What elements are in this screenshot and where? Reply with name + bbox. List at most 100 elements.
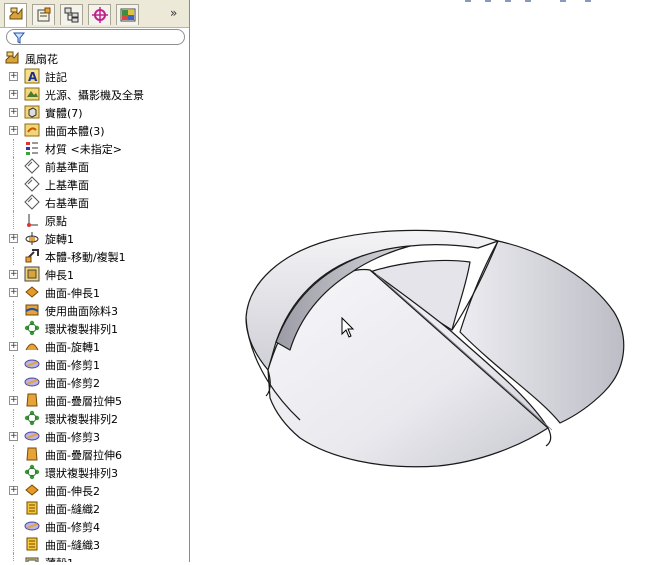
- tree-item[interactable]: + A 註記: [0, 67, 189, 85]
- tree-connector: [13, 373, 15, 391]
- tab-dimxpert[interactable]: [88, 4, 111, 25]
- expand-toggle[interactable]: +: [9, 108, 18, 117]
- tree-item[interactable]: + 曲面-修剪3: [0, 427, 189, 445]
- expand-toggle[interactable]: +: [9, 234, 18, 243]
- tree-item[interactable]: 材質 <未指定>: [0, 139, 189, 157]
- tab-feature-manager[interactable]: [4, 3, 27, 27]
- surface-bodies-icon: [24, 123, 40, 137]
- expand-toggle[interactable]: +: [9, 126, 18, 135]
- tree-item[interactable]: 環狀複製排列3: [0, 463, 189, 481]
- expand-toggle[interactable]: +: [9, 270, 18, 279]
- tree-connector: [13, 247, 15, 265]
- tree-item[interactable]: 曲面-縫織3: [0, 535, 189, 553]
- tree-item[interactable]: + 曲面-伸長2: [0, 481, 189, 499]
- tab-configuration-manager[interactable]: [60, 4, 83, 25]
- tab-property-manager[interactable]: [32, 4, 55, 25]
- tree-item[interactable]: 本體-移動/複製1: [0, 247, 189, 265]
- tree-item[interactable]: 曲面-疊層拉伸6: [0, 445, 189, 463]
- tree-item[interactable]: + 旋轉1: [0, 229, 189, 247]
- tree-item-label: 曲面-縫織3: [45, 539, 100, 552]
- tree-item[interactable]: + 曲面-疊層拉伸5: [0, 391, 189, 409]
- tree-item[interactable]: + 實體(7): [0, 103, 189, 121]
- tree-item[interactable]: 曲面-修剪4: [0, 517, 189, 535]
- surface-extrude-icon: [25, 286, 39, 298]
- tree-connector: [13, 445, 15, 463]
- expand-toggle[interactable]: +: [9, 396, 18, 405]
- tree-item-label: 上基準面: [45, 179, 89, 192]
- feature-manager-icon: [9, 7, 23, 20]
- tree-item[interactable]: 使用曲面除料3: [0, 301, 189, 319]
- tree-connector: [13, 175, 15, 193]
- lights-cameras-icon: [24, 87, 40, 101]
- expand-toggle[interactable]: +: [9, 342, 18, 351]
- tree-item[interactable]: 曲面-修剪2: [0, 373, 189, 391]
- tree-item[interactable]: + 光源、攝影機及全景: [0, 85, 189, 103]
- view-toolbar-partial: [465, 0, 591, 2]
- property-manager-icon: [37, 7, 51, 22]
- expand-toggle[interactable]: +: [9, 486, 18, 495]
- tree-item[interactable]: 原點: [0, 211, 189, 229]
- tree-item-label: 曲面-修剪1: [45, 359, 100, 372]
- tree-item-label: 曲面-修剪4: [45, 521, 100, 534]
- expand-toggle[interactable]: +: [9, 288, 18, 297]
- tree-item[interactable]: 環狀複製排列2: [0, 409, 189, 427]
- tree-item-label: 曲面-伸長2: [45, 485, 100, 498]
- tree-connector: [13, 157, 15, 175]
- tree-connector: [13, 301, 15, 319]
- tree-item[interactable]: 環狀複製排列1: [0, 319, 189, 337]
- tree-connector: [13, 517, 15, 535]
- tree-item-label: 環狀複製排列3: [45, 467, 118, 480]
- more-tabs-button[interactable]: »: [170, 6, 177, 20]
- tree-item[interactable]: 曲面-縫織2: [0, 499, 189, 517]
- tree-item[interactable]: 前基準面: [0, 157, 189, 175]
- circular-pattern-icon: [24, 464, 40, 480]
- tree-item-label: 環狀複製排列2: [45, 413, 118, 426]
- tree-item[interactable]: + 伸長1: [0, 265, 189, 283]
- tree-item[interactable]: + 曲面-旋轉1: [0, 337, 189, 355]
- surface-cut-icon: [25, 304, 39, 316]
- surface-trim-icon: [24, 431, 40, 441]
- tree-connector: [13, 553, 15, 562]
- plane-icon: [24, 158, 40, 174]
- tree-item[interactable]: 薄殼1: [0, 553, 189, 562]
- graphics-viewport[interactable]: [190, 0, 648, 562]
- tree-filter-field[interactable]: [6, 29, 185, 45]
- tree-item[interactable]: 右基準面: [0, 193, 189, 211]
- tree-connector: [13, 463, 15, 481]
- tree-connector: [13, 139, 15, 157]
- surface-trim-icon: [24, 521, 40, 531]
- display-manager-icon: [120, 8, 136, 22]
- tree-item-label: 旋轉1: [45, 233, 74, 246]
- move-copy-icon: [25, 249, 39, 263]
- surface-trim-icon: [24, 377, 40, 387]
- tree-root-label: 風扇花: [25, 53, 58, 66]
- surface-knit-icon: [26, 537, 38, 551]
- tree-item[interactable]: 曲面-修剪1: [0, 355, 189, 373]
- material-icon: [26, 142, 38, 155]
- filter-icon: [13, 32, 25, 44]
- tab-display-manager[interactable]: [116, 4, 139, 25]
- tree-connector: [13, 211, 15, 229]
- shell-icon: [25, 557, 39, 562]
- plane-icon: [24, 176, 40, 192]
- expand-toggle[interactable]: +: [9, 432, 18, 441]
- expand-toggle[interactable]: +: [9, 90, 18, 99]
- annotation-icon: A: [24, 68, 40, 84]
- svg-text:A: A: [28, 70, 38, 84]
- origin-icon: [27, 214, 38, 227]
- circular-pattern-icon: [24, 320, 40, 336]
- tree-item-label: 前基準面: [45, 161, 89, 174]
- surface-loft-icon: [26, 393, 38, 407]
- tree-item[interactable]: 上基準面: [0, 175, 189, 193]
- tree-root-part[interactable]: 風扇花: [0, 49, 189, 67]
- tree-item-label: 實體(7): [45, 107, 83, 120]
- tree-item[interactable]: + 曲面本體(3): [0, 121, 189, 139]
- tree-item-label: 本體-移動/複製1: [45, 251, 126, 264]
- tree-item-label: 原點: [45, 215, 67, 228]
- dimxpert-icon: [92, 7, 108, 23]
- tree-item-label: 曲面-縫織2: [45, 503, 100, 516]
- tree-item[interactable]: + 曲面-伸長1: [0, 283, 189, 301]
- expand-toggle[interactable]: +: [9, 72, 18, 81]
- tree-item-label: 曲面-伸長1: [45, 287, 100, 300]
- tree-connector: [13, 319, 15, 337]
